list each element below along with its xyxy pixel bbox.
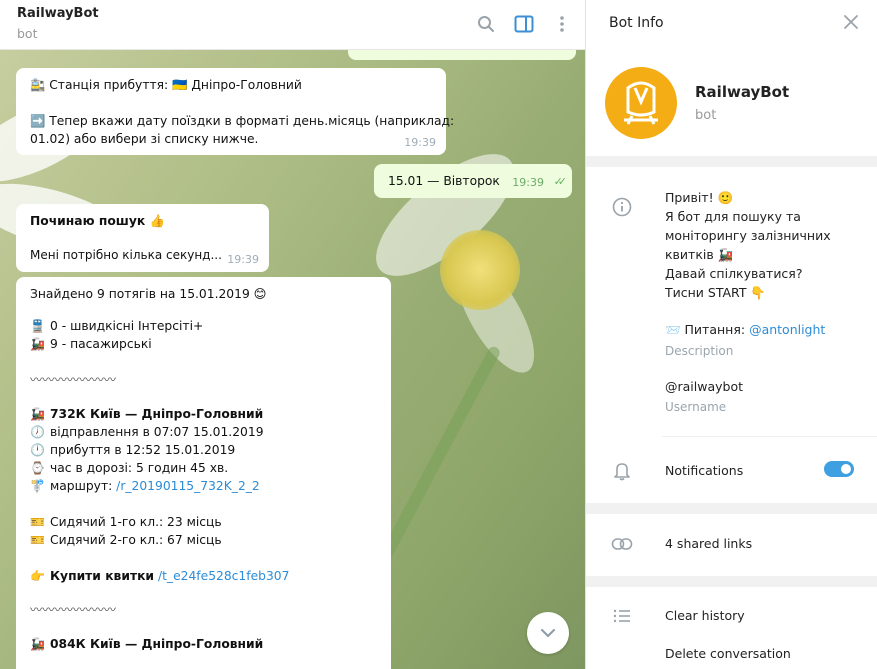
train-route: 732К Київ — Дніпро-Головний [50, 407, 264, 421]
notifications-toggle[interactable] [824, 461, 854, 477]
message-time: 19:39 [404, 136, 436, 149]
message-text: Знайдено 9 потягів на 15.01.2019 😊 [30, 287, 267, 301]
buy-link[interactable]: /t_e24fe528c1feb307 [158, 569, 289, 583]
message-text: 01.02) або вибери зі списку нижче. [30, 132, 259, 146]
clear-history-item[interactable]: Clear history [665, 608, 745, 623]
contact-line: 📨 Питання: @antonlight [665, 322, 825, 338]
username-value[interactable]: @railwaybot [665, 379, 743, 394]
section-separator [586, 503, 877, 514]
message-text: Сидячий 1-го кл.: 23 місць [50, 515, 222, 529]
contact-link[interactable]: @antonlight [749, 322, 825, 337]
bot-about: Привіт! 🙂 Я бот для пошуку та моніторинг… [665, 188, 831, 302]
buy-label: Купити квитки [50, 569, 155, 583]
message-text: 0 - швидкісні Інтерсіті+ [50, 319, 204, 333]
more-vertical-icon [560, 16, 564, 32]
chevron-down-icon [541, 629, 555, 638]
info-icon [611, 196, 633, 218]
sidebar-toggle-icon [514, 15, 534, 33]
close-icon [844, 15, 858, 29]
wallpaper-flower-center [440, 230, 520, 310]
train-logo-icon [624, 81, 658, 125]
about-line: Тисни START 👇 [665, 285, 767, 300]
chat-header: RailwayBot bot [0, 0, 585, 50]
shared-links-item[interactable]: 4 shared links [665, 536, 752, 551]
chat-pane: 19:39 ✓✓ 🚉 Станція прибуття: 🇺🇦 Дніпро-Г… [0, 0, 585, 669]
ticket-icon: 🎫 [30, 533, 45, 547]
delete-conversation-item[interactable]: Delete conversation [665, 646, 791, 661]
message-text: 9 - пасажирські [50, 337, 152, 351]
message-time: 19:39 [227, 253, 259, 266]
description-caption: Description [665, 344, 734, 358]
read-checkmarks-icon: ✓✓ [553, 175, 568, 188]
ticket-icon: 🎫 [30, 515, 45, 529]
contact-prefix: 📨 Питання: [665, 322, 750, 337]
chat-subtitle: bot [17, 26, 38, 41]
more-menu-button[interactable] [550, 12, 574, 36]
about-line: Я бот для пошуку та [665, 209, 801, 224]
train-icon: 🚂 [30, 337, 45, 351]
message-station: 🚉 Станція прибуття: 🇺🇦 Дніпро-Головний ➡… [16, 68, 455, 155]
message-text: 🚉 Станція прибуття: 🇺🇦 Дніпро-Головний [30, 78, 302, 92]
message-text: відправлення в 07:07 15.01.2019 [50, 425, 264, 439]
about-line: квитків 🚂 [665, 247, 734, 262]
avatar[interactable] [605, 67, 677, 139]
wave-divider: 〰〰〰〰〰〰〰 [30, 373, 117, 387]
message-text: Починаю пошук 👍 [30, 214, 165, 228]
pointing-hand-icon: 👉 [30, 569, 45, 583]
message-text: маршрут: [50, 479, 117, 493]
bot-name: RailwayBot [695, 83, 790, 101]
telegram-window: 19:39 ✓✓ 🚉 Станція прибуття: 🇺🇦 Дніпро-Г… [0, 0, 877, 669]
message-text: прибуття в 12:52 15.01.2019 [50, 443, 236, 457]
train-icon: 🚂 [30, 637, 45, 651]
wave-divider: 〰〰〰〰〰〰〰 [30, 603, 117, 617]
train-route: 084К Київ — Дніпро-Головний [50, 637, 264, 651]
message-text: час в дорозі: 5 годин 45 хв. [50, 461, 229, 475]
row-divider [662, 436, 877, 437]
section-separator [586, 156, 877, 167]
search-icon [478, 16, 494, 32]
train-icon: 🚂 [30, 407, 45, 421]
notifications-label: Notifications [665, 463, 744, 478]
list-icon [611, 605, 633, 627]
clock-icon: 🕛 [30, 443, 45, 457]
route-link[interactable]: /r_20190115_732K_2_2 [116, 479, 260, 493]
about-line: Привіт! 🙂 [665, 190, 734, 205]
signpost-icon: 🚏 [30, 479, 45, 493]
bot-info-panel: Bot Info RailwayBot bot Привіт! 🙂 Я бот … [586, 0, 877, 669]
scroll-down-button[interactable] [527, 612, 569, 654]
username-caption: Username [665, 400, 727, 414]
about-line: Давай спілкуватися? [665, 266, 803, 281]
watch-icon: ⌚ [30, 461, 45, 475]
bot-subtitle: bot [695, 108, 717, 123]
about-line: моніторингу залізничних [665, 228, 831, 243]
message-text: Мені потрібно кілька секунд... [30, 248, 222, 262]
panel-title: Bot Info [609, 15, 664, 31]
toggle-info-panel-button[interactable] [512, 12, 536, 36]
close-button[interactable] [843, 14, 859, 32]
bell-icon [611, 460, 633, 482]
clock-icon: 🕖 [30, 425, 45, 439]
message-text: Сидячий 2-го кл.: 67 місць [50, 533, 222, 547]
search-button[interactable] [474, 12, 498, 36]
message-time: 19:39 [512, 176, 544, 189]
chat-title[interactable]: RailwayBot [17, 6, 99, 21]
message-searching: Починаю пошук 👍 Мені потрібно кілька сек… [16, 204, 269, 272]
message-results: Знайдено 9 потягів на 15.01.2019 😊 🚆 0 - … [16, 277, 391, 669]
message-text: ➡️ Тепер вкажи дату поїздки в форматі де… [30, 114, 455, 128]
metro-icon: 🚆 [30, 319, 45, 333]
link-icon [611, 533, 633, 555]
section-separator [586, 576, 877, 587]
message-date-reply: 15.01 — Вівторок 19:39 ✓✓ [374, 164, 572, 198]
